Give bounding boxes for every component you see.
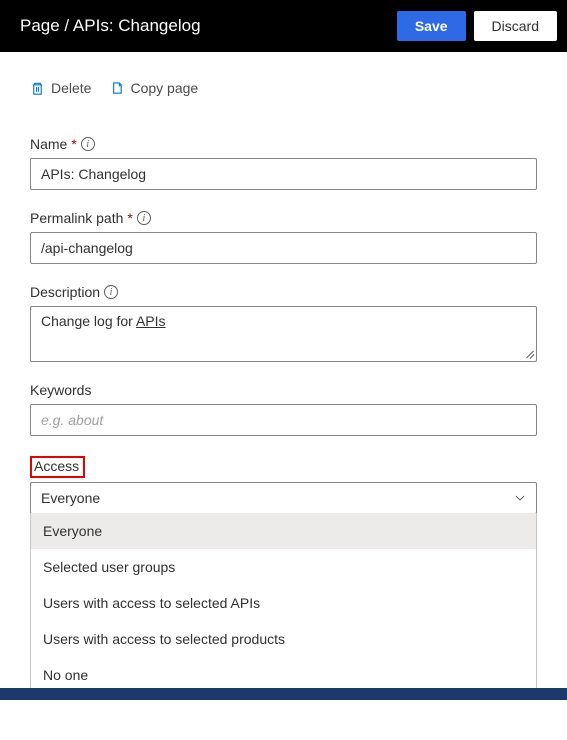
delete-button[interactable]: Delete <box>30 80 91 96</box>
access-label-highlight: Access <box>30 456 85 478</box>
permalink-label: Permalink path * i <box>30 210 537 226</box>
info-icon[interactable]: i <box>104 285 118 299</box>
access-option[interactable]: Everyone <box>31 513 536 549</box>
name-input[interactable] <box>30 158 537 190</box>
delete-label: Delete <box>51 80 91 96</box>
copy-label: Copy page <box>130 80 198 96</box>
page-header: Page / APIs: Changelog Save Discard <box>0 0 567 52</box>
description-input[interactable]: Change log for APIs <box>30 306 537 362</box>
access-option[interactable]: Users with access to selected products <box>31 621 536 657</box>
required-marker: * <box>127 210 132 226</box>
keywords-label: Keywords <box>30 382 537 398</box>
keywords-field: Keywords <box>30 382 537 436</box>
permalink-field: Permalink path * i <box>30 210 537 264</box>
name-label: Name * i <box>30 136 537 152</box>
info-icon[interactable]: i <box>81 137 95 151</box>
access-selected: Everyone <box>41 490 100 506</box>
page-title: Page / APIs: Changelog <box>20 16 397 36</box>
chevron-down-icon <box>514 492 526 504</box>
description-label: Description i <box>30 284 537 300</box>
discard-button[interactable]: Discard <box>474 11 557 41</box>
save-button[interactable]: Save <box>397 11 466 41</box>
trash-icon <box>30 81 45 96</box>
name-field: Name * i <box>30 136 537 190</box>
access-option[interactable]: Selected user groups <box>31 549 536 585</box>
access-dropdown: Everyone Selected user groups Users with… <box>30 513 537 694</box>
access-option[interactable]: Users with access to selected APIs <box>31 585 536 621</box>
required-marker: * <box>71 136 76 152</box>
form: Name * i Permalink path * i Description … <box>0 96 567 694</box>
copy-icon <box>109 81 124 96</box>
access-select[interactable]: Everyone <box>30 482 537 514</box>
description-field: Description i Change log for APIs <box>30 284 537 362</box>
info-icon[interactable]: i <box>137 211 151 225</box>
toolbar: Delete Copy page <box>0 52 567 96</box>
permalink-input[interactable] <box>30 232 537 264</box>
access-field: Access Everyone Everyone Selected user g… <box>30 456 537 694</box>
access-label: Access <box>34 458 79 474</box>
footer-bar <box>0 688 567 700</box>
keywords-input[interactable] <box>30 404 537 436</box>
copy-page-button[interactable]: Copy page <box>109 80 198 96</box>
description-underlined: APIs <box>136 313 166 329</box>
